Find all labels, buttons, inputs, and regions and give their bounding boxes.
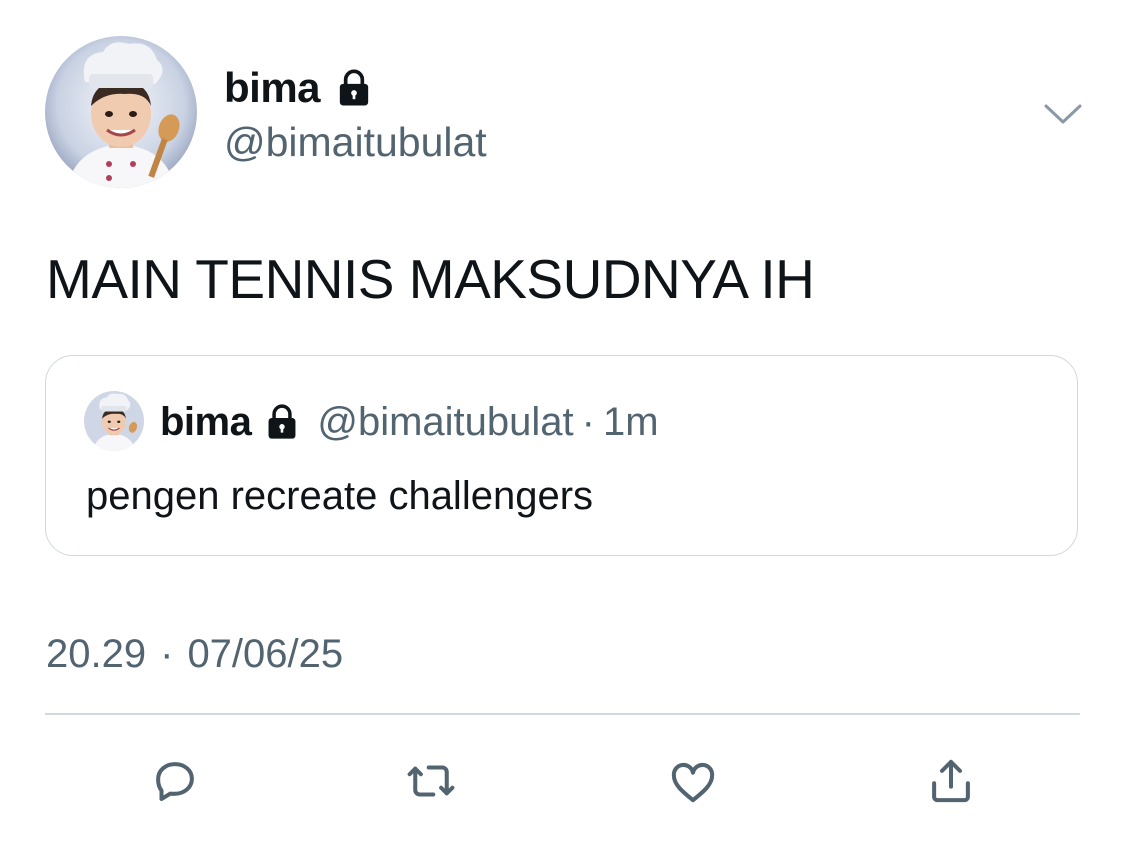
quoted-tweet-time: 1m [602,399,659,444]
author-display-name[interactable]: bima [224,62,321,114]
separator-dot: · [581,399,595,444]
separator-dot: · [160,632,174,676]
quoted-tweet-header: bima @bimaitubulat · 1m [160,395,659,449]
author-display-name-row[interactable]: bima [224,62,374,114]
quoted-author-avatar [84,391,144,451]
tweet-time[interactable]: 20.29 [46,632,146,676]
quoted-author-handle: @bimaitubulat [317,399,574,444]
share-button[interactable] [922,752,980,810]
lock-icon [334,68,374,108]
author-avatar[interactable] [45,36,197,188]
retweet-button[interactable] [402,752,460,810]
heart-icon [671,762,715,803]
chevron-down-icon [1044,104,1082,124]
lock-icon [263,403,301,441]
retweet-icon [407,765,455,797]
more-options-button[interactable] [1040,94,1086,134]
reply-icon [156,762,194,802]
like-button[interactable] [664,752,722,810]
divider [45,713,1080,715]
quoted-tweet-text: pengen recreate challengers [86,474,594,518]
tweet-text: MAIN TENNIS MAKSUDNYA IH [46,248,815,310]
chef-avatar-icon [45,36,197,188]
chef-avatar-icon [84,391,144,451]
share-icon [932,759,970,803]
quoted-author-display-name: bima [160,399,252,444]
quoted-tweet-card[interactable] [45,355,1078,556]
tweet-date[interactable]: 07/06/25 [187,632,343,676]
tweet-timestamp[interactable]: 20.29 · 07/06/25 [46,628,343,680]
author-handle[interactable]: @bimaitubulat [224,116,487,168]
reply-button[interactable] [146,752,204,810]
